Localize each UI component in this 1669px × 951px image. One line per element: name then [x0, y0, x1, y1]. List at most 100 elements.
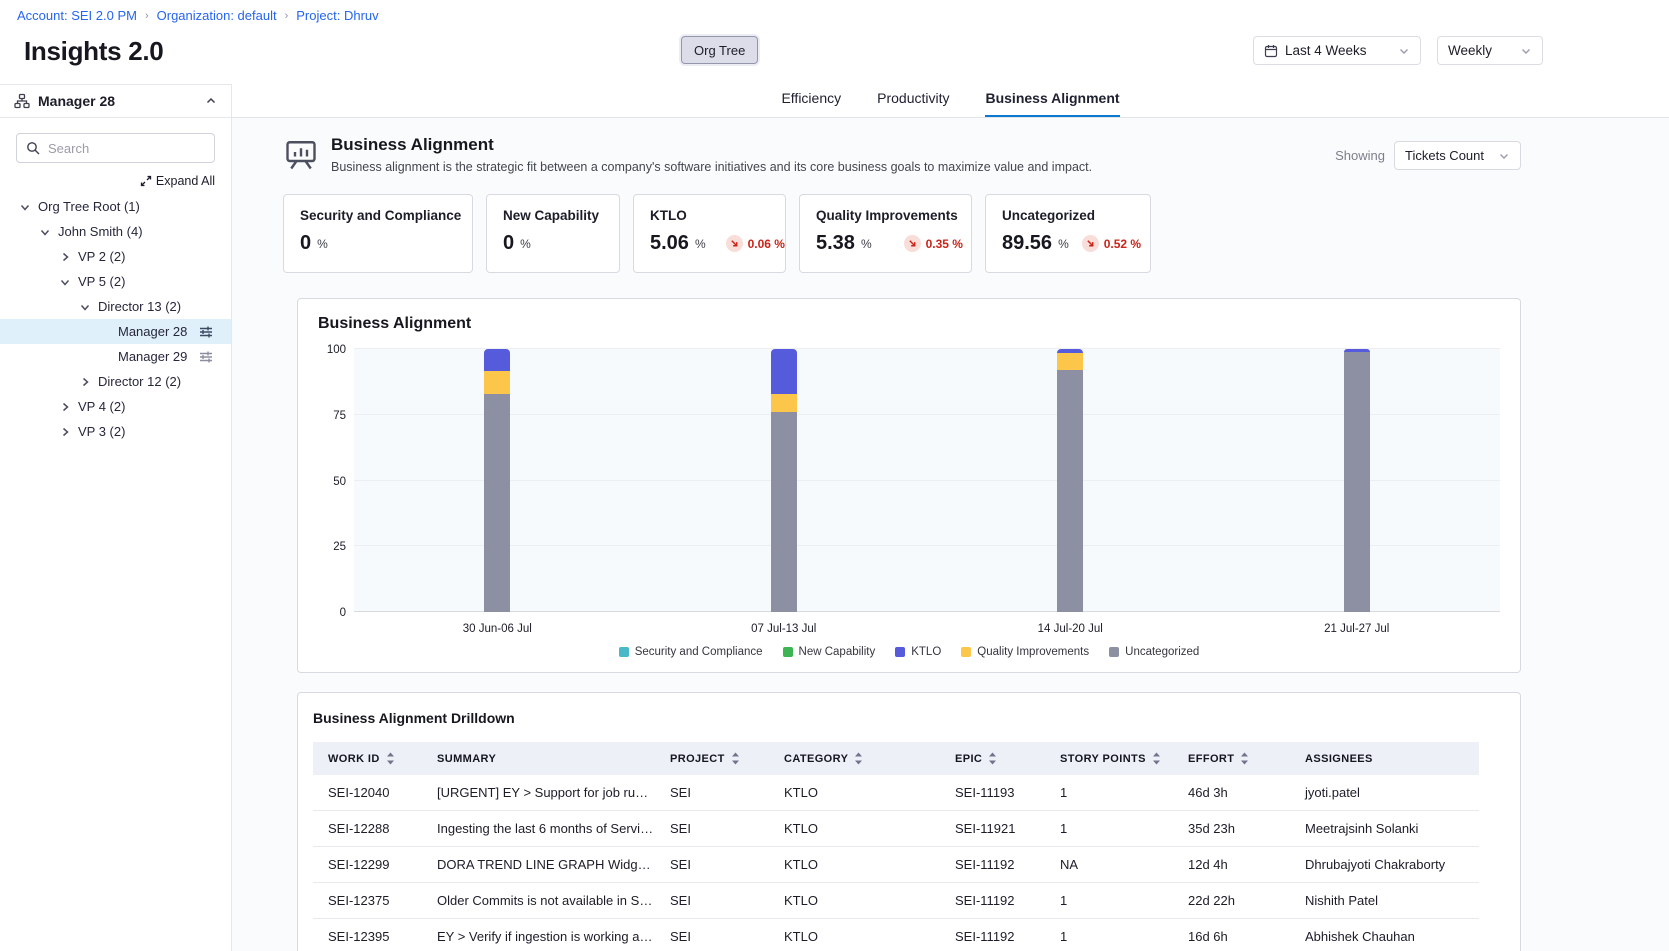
trend-down-icon: [904, 235, 921, 252]
main-content: Business Alignment Business alignment is…: [232, 118, 1669, 951]
legend-item[interactable]: New Capability: [783, 646, 876, 658]
chevron-down-icon[interactable]: [38, 225, 51, 238]
tree-item-vp-3[interactable]: VP 3 (2): [0, 419, 231, 444]
column-assignees[interactable]: ASSIGNEES: [1297, 742, 1479, 775]
trend-badge: 0.35 %: [904, 235, 963, 252]
legend-item[interactable]: Quality Improvements: [961, 646, 1089, 658]
cell-effort: 35d 23h: [1180, 811, 1297, 847]
legend-label: Uncategorized: [1125, 646, 1199, 658]
cell-summary: Ingesting the last 6 months of ServiceN.…: [429, 811, 662, 847]
tree-item-vp-4[interactable]: VP 4 (2): [0, 394, 231, 419]
date-range-select[interactable]: Last 4 Weeks: [1253, 36, 1421, 65]
org-tree-button[interactable]: Org Tree: [681, 36, 758, 64]
column-effort[interactable]: EFFORT: [1180, 742, 1297, 775]
tree-item-director-12[interactable]: Director 12 (2): [0, 369, 231, 394]
collapse-sidebar-icon[interactable]: [205, 95, 217, 107]
column-project[interactable]: PROJECT: [662, 742, 776, 775]
legend-item[interactable]: Uncategorized: [1109, 646, 1199, 658]
breadcrumb-project[interactable]: Project: Dhruv: [296, 8, 378, 23]
legend-item[interactable]: KTLO: [895, 646, 941, 658]
granularity-select[interactable]: Weekly: [1437, 36, 1543, 65]
column-work-id[interactable]: WORK ID: [313, 742, 429, 775]
sort-icon[interactable]: [1152, 752, 1161, 765]
stat-unit: %: [861, 237, 872, 251]
filter-sliders-icon[interactable]: [199, 350, 213, 364]
bar-segment: [1344, 352, 1370, 612]
table-row[interactable]: SEI-12395 EY > Verify if ingestion is wo…: [313, 919, 1479, 951]
tree-item-manager-28[interactable]: Manager 28: [0, 319, 231, 344]
tree-item-john-smith[interactable]: John Smith (4): [0, 219, 231, 244]
chevron-down-icon: [1520, 45, 1532, 57]
table-row[interactable]: SEI-12040 [URGENT] EY > Support for job …: [313, 775, 1479, 811]
sort-icon[interactable]: [854, 752, 863, 765]
stat-card-quality-improvements: Quality Improvements 5.38 % 0.35 %: [799, 194, 972, 273]
cell-epic: SEI-11192: [947, 919, 1052, 951]
chevron-right-icon[interactable]: [58, 250, 71, 263]
cell-effort: 46d 3h: [1180, 775, 1297, 811]
tree-item-vp-5[interactable]: VP 5 (2): [0, 269, 231, 294]
cell-work-id: SEI-12375: [313, 883, 429, 919]
showing-select[interactable]: Tickets Count: [1394, 141, 1521, 170]
breadcrumb-account[interactable]: Account: SEI 2.0 PM: [17, 8, 137, 23]
tree-item-label: VP 5 (2): [78, 274, 125, 289]
legend-label: Quality Improvements: [977, 646, 1089, 658]
trend-delta: 0.35 %: [926, 237, 963, 251]
stacked-bar[interactable]: [484, 349, 510, 612]
chevron-right-icon[interactable]: [78, 375, 91, 388]
chevron-down-icon[interactable]: [78, 300, 91, 313]
column-category[interactable]: CATEGORY: [776, 742, 947, 775]
tree-item-vp-2[interactable]: VP 2 (2): [0, 244, 231, 269]
column-epic[interactable]: EPIC: [947, 742, 1052, 775]
cell-summary: EY > Verify if ingestion is working as e…: [429, 919, 662, 951]
chevron-right-icon[interactable]: [58, 425, 71, 438]
tree-item-org-tree-root[interactable]: Org Tree Root (1): [0, 194, 231, 219]
tab-efficiency[interactable]: Efficiency: [781, 90, 841, 117]
bar-segment: [771, 412, 797, 612]
org-tree-icon: [14, 93, 30, 109]
sort-icon[interactable]: [731, 752, 740, 765]
table-row[interactable]: SEI-12288 Ingesting the last 6 months of…: [313, 811, 1479, 847]
column-story-points[interactable]: STORY POINTS: [1052, 742, 1180, 775]
chevron-right-icon[interactable]: [58, 400, 71, 413]
stacked-bar[interactable]: [1344, 349, 1370, 612]
page-title: Insights 2.0: [24, 36, 163, 67]
legend-item[interactable]: Security and Compliance: [619, 646, 763, 658]
tree-item-label: Org Tree Root (1): [38, 199, 140, 214]
chart-legend: Security and Compliance New Capability KTL…: [318, 646, 1500, 658]
chevron-down-icon: [1498, 150, 1510, 162]
table-row[interactable]: SEI-12375 Older Commits is not available…: [313, 883, 1479, 919]
filter-sliders-icon[interactable]: [199, 325, 213, 339]
tab-productivity[interactable]: Productivity: [877, 90, 949, 117]
legend-chip: [961, 647, 971, 657]
stat-card-security-and-compliance: Security and Compliance 0 %: [283, 194, 473, 273]
stat-card-new-capability: New Capability 0 %: [486, 194, 620, 273]
stacked-bar[interactable]: [1057, 349, 1083, 612]
sort-icon[interactable]: [386, 752, 395, 765]
table-header-row: WORK ID SUMMARY PROJECT CATEGORY EPIC ST…: [313, 742, 1479, 775]
bar-segment: [771, 349, 797, 394]
tab-business-alignment[interactable]: Business Alignment: [985, 90, 1119, 117]
stat-unit: %: [317, 237, 328, 251]
bar-segment: [771, 394, 797, 412]
drilldown-title: Business Alignment Drilldown: [313, 710, 1505, 726]
search-input[interactable]: [48, 141, 198, 156]
sort-icon[interactable]: [988, 752, 997, 765]
table-row[interactable]: SEI-12299 DORA TREND LINE GRAPH Widgets …: [313, 847, 1479, 883]
expand-all-link[interactable]: Expand All: [140, 174, 215, 188]
sort-icon[interactable]: [1240, 752, 1249, 765]
cell-assignees: Nishith Patel: [1297, 883, 1479, 919]
tree-item-director-13[interactable]: Director 13 (2): [0, 294, 231, 319]
cell-category: KTLO: [776, 847, 947, 883]
date-range-value: Last 4 Weeks: [1285, 43, 1367, 58]
sidebar-search[interactable]: [16, 133, 215, 163]
tree-item-manager-29[interactable]: Manager 29: [0, 344, 231, 369]
chevron-down-icon[interactable]: [18, 200, 31, 213]
chevron-down-icon[interactable]: [58, 275, 71, 288]
tree-item-label: John Smith (4): [58, 224, 143, 239]
stacked-bar[interactable]: [771, 349, 797, 612]
cell-story-points: 1: [1052, 811, 1180, 847]
breadcrumb-organization[interactable]: Organization: default: [157, 8, 277, 23]
cell-summary: [URGENT] EY > Support for job run par...: [429, 775, 662, 811]
trend-down-icon: [1082, 235, 1099, 252]
column-summary[interactable]: SUMMARY: [429, 742, 662, 775]
